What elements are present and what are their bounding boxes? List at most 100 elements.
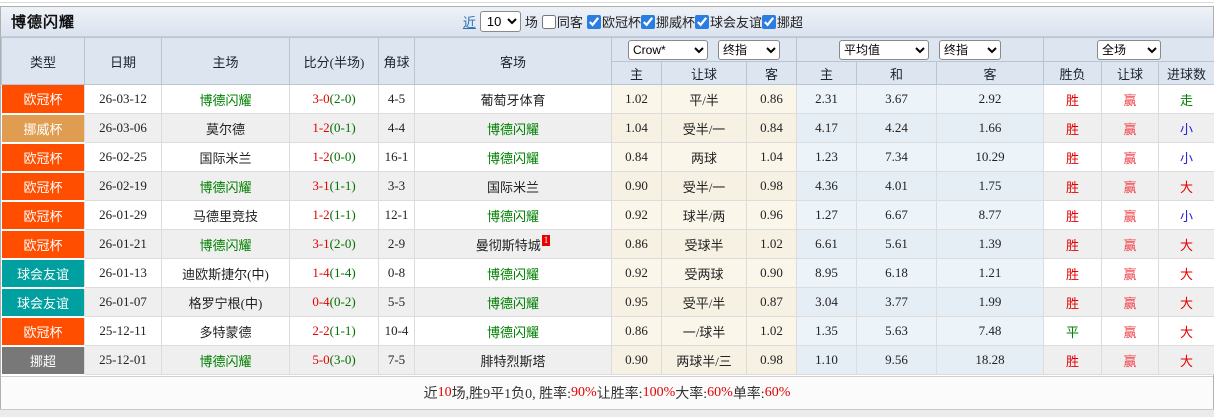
score-cell: 1-2(0-1) (289, 113, 379, 143)
same-away-checkbox[interactable] (541, 14, 556, 29)
summary-bar: 近 10 场,胜9平1负0, 胜率: 90% 让胜率: 100% 大率: 60% 单率: 6… (1, 375, 1213, 409)
league-filter-球会友谊[interactable]: 球会友谊 (694, 12, 762, 31)
result-scope-select[interactable]: 全场 (1097, 39, 1162, 60)
result-handicap: 赢 (1101, 142, 1160, 172)
score-halftime: (0-0) (329, 149, 356, 164)
league-badge: 挪威杯 (1, 113, 85, 144)
league-filter-挪超[interactable]: 挪超 (761, 12, 803, 31)
home-team[interactable]: 迪欧斯捷尔(中) (161, 258, 290, 288)
away-team[interactable]: 葡萄牙体育 (414, 84, 612, 114)
handicap-line: 球半/两 (661, 200, 747, 230)
match-date: 26-02-19 (84, 171, 162, 201)
bottom-strip (0, 408, 1214, 417)
home-team[interactable]: 格罗宁根(中) (161, 287, 290, 317)
summary-value: 100% (642, 384, 676, 400)
handicap-away-odds: 1.02 (746, 229, 797, 259)
avg-away-odds: 7.48 (935, 316, 1045, 346)
handicap-away-odds: 1.04 (746, 142, 797, 172)
result-handicap: 赢 (1101, 229, 1160, 259)
home-team[interactable]: 博德闪耀 (161, 171, 290, 201)
handicap-home-odds: 0.90 (611, 345, 662, 375)
subcol-avg-home: 主 (796, 61, 857, 85)
result-wdl: 平 (1043, 316, 1103, 346)
handicap-home-odds: 0.84 (611, 142, 662, 172)
avg-away-odds: 1.75 (935, 171, 1045, 201)
handicap-group-header: Crow* 终指 (611, 37, 797, 62)
match-date: 26-01-07 (84, 287, 162, 317)
away-team[interactable]: 博德闪耀 (414, 200, 612, 230)
corner-score: 3-3 (378, 171, 415, 201)
score-cell: 3-1(1-1) (289, 171, 379, 201)
away-team[interactable]: 博德闪耀 (414, 113, 612, 143)
result-goals: 大 (1158, 229, 1214, 259)
away-team[interactable]: 博德闪耀 (414, 142, 612, 172)
result-wdl: 胜 (1043, 113, 1103, 143)
league-badge: 挪超 (1, 345, 85, 376)
score-fulltime: 1-2 (312, 207, 330, 222)
result-handicap: 赢 (1101, 287, 1160, 317)
away-team[interactable]: 国际米兰 (414, 171, 612, 201)
handicap-line: 受两球 (661, 258, 747, 288)
home-team[interactable]: 莫尔德 (161, 113, 290, 143)
avg-home-odds: 6.61 (796, 229, 857, 259)
home-team[interactable]: 博德闪耀 (161, 345, 290, 375)
league-filter-挪威杯[interactable]: 挪威杯 (640, 12, 695, 31)
avg-draw-odds: 3.67 (856, 84, 937, 114)
home-team[interactable]: 博德闪耀 (161, 84, 290, 114)
team-title: 博德闪耀 (11, 15, 76, 31)
col-header-away: 客场 (414, 37, 612, 85)
league-badge: 欧冠杯 (1, 142, 85, 173)
handicap-stage-select[interactable]: 终指 (718, 39, 780, 60)
avg-home-odds: 8.95 (796, 258, 857, 288)
score-halftime: (0-1) (329, 120, 356, 135)
toolbar: 博德闪耀 近 10 场 同客 欧冠杯 挪威杯 球会友谊 挪超 (1, 7, 1213, 37)
avg-home-odds: 2.31 (796, 84, 857, 114)
handicap-home-odds: 0.90 (611, 171, 662, 201)
match-row: 欧冠杯 26-03-12 博德闪耀 3-0(2-0) 4-5 葡萄牙体育 1.0… (1, 84, 1214, 115)
handicap-home-odds: 0.86 (611, 229, 662, 259)
league-filter-checkbox[interactable] (640, 14, 655, 29)
home-team[interactable]: 国际米兰 (161, 142, 290, 172)
result-goals: 大 (1158, 345, 1214, 375)
average-stage-select[interactable]: 终指 (939, 39, 1001, 60)
average-select[interactable]: 平均值 (839, 39, 929, 60)
match-row: 欧冠杯 25-12-11 多特蒙德 2-2(1-1) 10-4 博德闪耀 0.8… (1, 316, 1214, 347)
away-team[interactable]: 曼彻斯特城 1 (414, 229, 612, 259)
result-group-header: 全场 (1043, 37, 1214, 62)
same-away-filter[interactable]: 同客 (541, 12, 583, 31)
result-wdl: 胜 (1043, 287, 1103, 317)
handicap-away-odds: 0.98 (746, 345, 797, 375)
result-goals: 大 (1158, 287, 1214, 317)
league-filter-checkbox[interactable] (694, 14, 709, 29)
away-team[interactable]: 博德闪耀 (414, 258, 612, 288)
recent-count-select[interactable]: 10 (479, 11, 521, 32)
match-table: 类型 日期 主场 比分(半场) 角球 客场 Crow* 终指 平均值 终指 全场… (1, 37, 1214, 376)
home-team[interactable]: 马德里竞技 (161, 200, 290, 230)
league-filter-checkbox[interactable] (586, 14, 601, 29)
league-filter-checkbox[interactable] (761, 14, 776, 29)
recent-link[interactable]: 近 (463, 12, 476, 31)
league-filter-欧冠杯[interactable]: 欧冠杯 (586, 12, 641, 31)
bookmaker-select[interactable]: Crow* (628, 39, 708, 60)
summary-value: 90% (571, 384, 597, 400)
league-filter-label: 挪超 (776, 15, 803, 30)
handicap-line: 受球半 (661, 229, 747, 259)
home-team[interactable]: 博德闪耀 (161, 229, 290, 259)
avg-home-odds: 3.04 (796, 287, 857, 317)
away-team[interactable]: 腓特烈斯塔 (414, 345, 612, 375)
subcol-result-handicap: 让球 (1101, 61, 1160, 85)
subcol-handicap-line: 让球 (661, 61, 747, 85)
handicap-home-odds: 0.86 (611, 316, 662, 346)
home-team[interactable]: 多特蒙德 (161, 316, 290, 346)
summary-value: 10 (437, 384, 452, 400)
score-halftime: (1-1) (329, 178, 356, 193)
score-cell: 3-1(2-0) (289, 229, 379, 259)
match-date: 26-01-29 (84, 200, 162, 230)
away-team[interactable]: 博德闪耀 (414, 316, 612, 346)
result-handicap: 赢 (1101, 258, 1160, 288)
away-team[interactable]: 博德闪耀 (414, 287, 612, 317)
handicap-home-odds: 1.02 (611, 84, 662, 114)
handicap-home-odds: 1.04 (611, 113, 662, 143)
league-filter-label: 球会友谊 (709, 15, 762, 30)
handicap-away-odds: 0.98 (746, 171, 797, 201)
